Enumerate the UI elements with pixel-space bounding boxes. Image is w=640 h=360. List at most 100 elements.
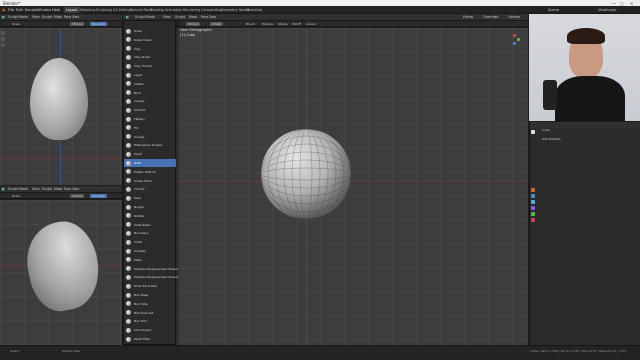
brush-menu-item[interactable]: Multires Displacement Smear [124,273,178,281]
brush-menu-item[interactable]: Mesh Filter [124,335,176,343]
tool-icon[interactable] [1,31,5,35]
menu-window[interactable]: Window [37,8,51,12]
object-name[interactable]: Cube [542,128,550,132]
head-sculpt-mesh[interactable] [30,58,88,140]
brush-menu-item[interactable]: Multi-plane Scrape [124,141,176,149]
menu-cursor[interactable]: Cursor [306,22,316,26]
brush-menu-item[interactable]: Pinch [124,150,176,158]
brush-menu-item[interactable]: Smooth [124,106,176,114]
menu-sculpt[interactable]: Sculpt [42,187,52,191]
brush-menu-item[interactable]: Multires Displacement Eraser [124,265,178,273]
menu-texture[interactable]: Texture [262,22,273,26]
brush-menu-item[interactable]: Simplify [124,247,176,255]
brush-menu-item[interactable]: Box Mask [124,291,176,299]
brush-menu-item[interactable]: Cloth [124,238,176,246]
mode-selector[interactable]: Sculpt Mode [135,15,155,19]
strength-field[interactable]: Strength [90,194,107,198]
brush-menu-item[interactable]: Clay Thumb [124,62,176,70]
brush-menu-item[interactable]: Draw Sharp [124,36,176,44]
brush-menu-item[interactable]: Thumb [124,185,176,193]
scene-selector[interactable]: Scene [548,8,559,12]
view-layer-selector[interactable]: ViewLayer [598,8,617,12]
brush-menu-item[interactable]: Box Face Set [124,309,176,317]
head-sculpt-mesh-side[interactable] [19,215,107,317]
brush-menu-item[interactable]: Inflate [124,80,176,88]
menu-face-sets[interactable]: Face Sets [201,15,216,19]
minimize-icon[interactable]: — [612,1,616,6]
constraints-tab-icon[interactable] [531,206,535,210]
menu-file[interactable]: File [8,8,14,12]
editor-type-icon[interactable]: ◧ [2,187,5,191]
menu-face-sets[interactable]: Face Sets [64,187,79,191]
brush-menu-item[interactable]: Boundary [124,229,176,237]
brush-menu-item[interactable]: Slide Relax [124,221,176,229]
blender-logo-icon[interactable]: ◉ [2,8,5,12]
brush-menu-item[interactable]: Draw [124,27,176,35]
editor-type-icon[interactable]: ◧ [2,15,5,19]
nav-gizmo-z-icon[interactable] [513,42,516,45]
brush-menu-item[interactable]: Box Trim [124,317,176,325]
main-viewport[interactable]: User Orthographic (1) Cube [176,28,528,345]
tool-tab-icon[interactable] [531,130,535,134]
radius-field[interactable]: 154 px [70,194,85,198]
brush-menu-item[interactable]: Rotate [124,212,176,220]
brush-menu-item[interactable]: Draw Face Sets [124,282,176,290]
menu-edit[interactable]: Edit [16,8,23,12]
brush-menu-item[interactable]: Layer [124,71,176,79]
editor-type-icon[interactable]: ◧ [126,15,129,19]
overlay-options[interactable]: Options [508,15,520,19]
material-tab-icon[interactable] [531,218,535,222]
tab-scripting[interactable]: Scripting [245,7,264,13]
left-top-viewport[interactable] [0,28,122,185]
close-icon[interactable]: ✕ [630,1,633,6]
menu-brush[interactable]: Brush [246,22,255,26]
brush-menu-item[interactable]: Pose [124,194,176,202]
menu-view[interactable]: View [32,15,40,19]
tool-icon[interactable] [1,43,5,47]
sphere-mesh[interactable] [260,128,352,220]
maximize-icon[interactable]: ▢ [620,1,624,6]
menu-view[interactable]: View [32,187,40,191]
data-tab-icon[interactable] [531,212,535,216]
menu-mask[interactable]: Mask [189,15,197,19]
nav-gizmo-x-icon[interactable] [513,34,516,37]
overlay-overrides[interactable]: Overrides [483,15,498,19]
brush-menu-item[interactable]: Line Project [124,326,176,334]
strength-field[interactable]: 0.500 [210,22,223,26]
menu-stroke[interactable]: Stroke [278,22,288,26]
brush-menu-item[interactable]: Mask [124,256,176,264]
menu-mask[interactable]: Mask [54,187,62,191]
menu-mask[interactable]: Mask [54,15,62,19]
menu-falloff[interactable]: Falloff [292,22,301,26]
menu-sculpt[interactable]: Sculpt [175,15,185,19]
brush-menu-item[interactable]: Grab [124,159,176,167]
radius-field[interactable]: 154 px [186,22,201,26]
physics-tab-icon[interactable] [531,200,535,204]
object-tab-icon[interactable] [531,188,535,192]
menu-help[interactable]: Help [52,8,60,12]
brush-menu-item[interactable]: Crease [124,97,176,105]
mode-selector[interactable]: Sculpt Mode [8,15,28,19]
brush-menu-item[interactable]: Nudge [124,203,176,211]
brush-name[interactable]: Draw [12,194,20,198]
brush-menu-item[interactable]: Blob [124,89,176,97]
mode-selector[interactable]: Sculpt Mode [8,187,28,191]
tool-icon[interactable] [1,37,5,41]
brush-menu-item[interactable]: Fill [124,124,176,132]
brush-menu-item[interactable]: Flatten [124,115,176,123]
menu-face-sets[interactable]: Face Sets [64,15,79,19]
radius-field[interactable]: 154 px [70,22,85,26]
left-bottom-viewport[interactable] [0,200,122,345]
brush-name[interactable]: Draw [12,22,20,26]
brush-menu-item[interactable]: Elastic Deform [124,168,176,176]
brush-menu-item[interactable]: Clay [124,45,176,53]
brush-menu-item[interactable]: Clay Strips [124,53,176,61]
add-modifier-button[interactable]: Add Modifier [542,137,561,141]
brush-menu-item[interactable]: Scrape [124,133,176,141]
strength-field[interactable]: Strength [90,22,107,26]
overlay-extras[interactable]: Extras [463,15,473,19]
modifier-tab-icon[interactable] [531,194,535,198]
brush-menu-item[interactable]: Snake Hook [124,177,176,185]
menu-view[interactable]: View [163,15,171,19]
menu-sculpt[interactable]: Sculpt [42,15,52,19]
